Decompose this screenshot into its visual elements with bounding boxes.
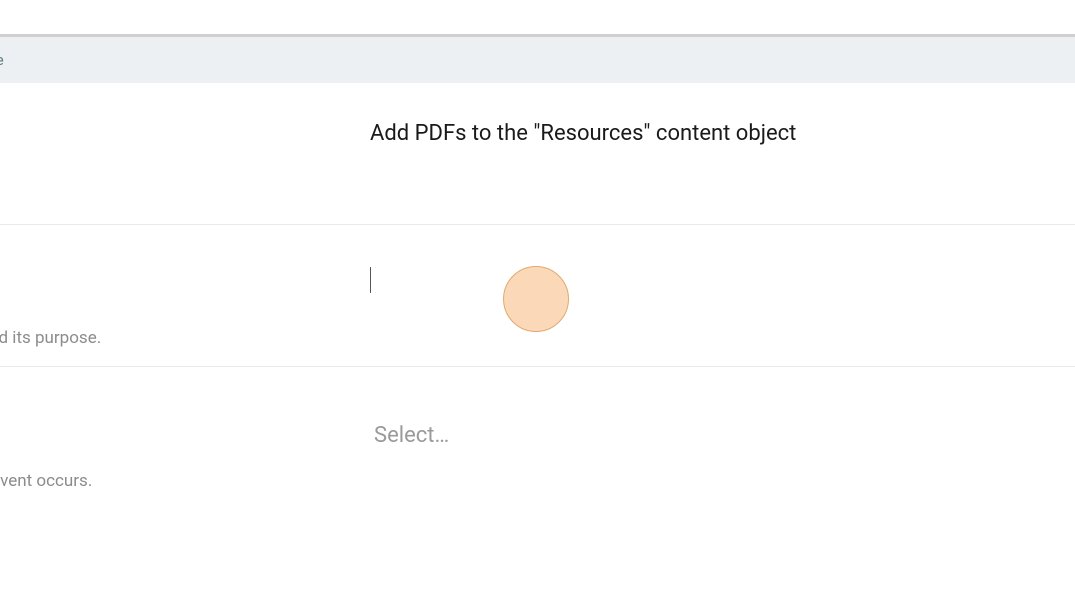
breadcrumb-bar: Configure the new content rule [0, 37, 1075, 83]
rule-title-input[interactable]: Add PDFs to the "Resources" content obje… [370, 113, 1075, 160]
field-row-title: Add PDFs to the "Resources" content obje… [0, 83, 1075, 225]
trigger-helper-text: Execute the rule when the following even… [0, 471, 1075, 491]
field-row-trigger: Select… Execute the rule when the follow… [0, 367, 1075, 509]
trigger-event-select[interactable]: Select… [370, 405, 1075, 472]
field-row-description: A summary description of the rule and it… [0, 225, 1075, 367]
form-area: Add PDFs to the "Resources" content obje… [0, 83, 1075, 509]
top-spacer [0, 0, 1075, 34]
rule-description-input[interactable] [370, 257, 1075, 319]
description-input-wrap [370, 257, 1075, 319]
trigger-select-wrap: Select… [370, 405, 1075, 472]
title-input-wrap: Add PDFs to the "Resources" content obje… [370, 113, 1075, 160]
description-helper-text: A summary description of the rule and it… [0, 328, 1075, 348]
title-helper-text: A descriptive title for the rule. [0, 186, 1075, 206]
breadcrumb-text: Configure the new content rule [0, 51, 4, 69]
text-caret [370, 267, 371, 293]
